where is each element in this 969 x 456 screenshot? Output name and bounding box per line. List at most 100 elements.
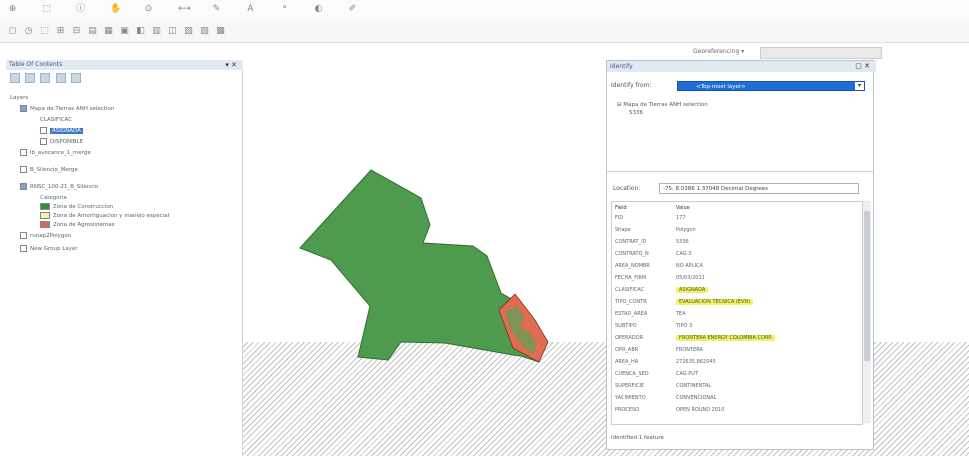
checkbox[interactable] [20, 105, 27, 112]
location-value: -75, 8.0386 1.37048 Decimal Degrees [663, 186, 769, 192]
table-row[interactable]: CUENCA_SED CAG PUT [612, 370, 862, 379]
chevron-down-icon[interactable]: ▾ [855, 82, 864, 90]
legend-item: Zona de Amortiguacion y manejo especial [40, 212, 169, 221]
layer-item[interactable]: B_Silencio_Merge [20, 166, 78, 175]
layer-item[interactable]: lb_avocance_1_merge [20, 149, 91, 158]
table-of-contents: Table Of Contents ▾ ✕ Layers Mapa de Tier… [6, 60, 245, 456]
editor-icon[interactable]: ✐ [348, 5, 357, 14]
checkbox[interactable] [20, 245, 27, 252]
field-name: PROCESO [615, 407, 640, 413]
georeferencing-layer-select[interactable] [760, 47, 882, 59]
font-icon[interactable]: ᵃ [280, 5, 289, 14]
checkbox[interactable] [20, 232, 27, 239]
field-name: FID [615, 215, 624, 221]
close-icon[interactable]: ▢ ✕ [855, 61, 870, 72]
checkbox[interactable] [40, 127, 47, 134]
field-name: CONTRATO_N [615, 251, 649, 257]
list-by-drawing-order-icon[interactable] [10, 73, 20, 83]
select-icon[interactable]: ⬚ [42, 5, 51, 14]
table-row[interactable]: AREA_HA 272635,862045 [612, 358, 862, 367]
layer-item[interactable]: CLASIFICAC [40, 116, 72, 125]
tool-icon[interactable]: ▥ [152, 27, 161, 36]
tool-icon[interactable]: ⊟ [72, 27, 81, 36]
tree-child[interactable]: 5336 [617, 109, 708, 117]
legend-item: Zona de Agrosistemas [40, 221, 115, 230]
layer-label: lb_avocance_1_merge [30, 150, 91, 156]
list-by-visibility-icon[interactable] [40, 73, 51, 83]
table-row[interactable]: Shape Polygon [612, 226, 862, 235]
identify-title: Identify [610, 63, 633, 70]
checkbox[interactable] [20, 149, 27, 156]
splitter[interactable] [607, 171, 873, 172]
layer-item[interactable]: ASIGNADA [40, 127, 83, 136]
georeferencing-label[interactable]: Georeferencing ▾ [693, 48, 744, 55]
identify-window: Identify ▢ ✕ Identify from: <Top-most la… [606, 60, 876, 450]
checkbox[interactable] [40, 138, 47, 145]
close-icon[interactable]: ▾ ✕ [225, 60, 237, 70]
field-value: FRONTERA [676, 347, 703, 353]
checkbox[interactable] [20, 183, 27, 190]
tool-icon[interactable]: ▨ [200, 27, 209, 36]
table-row[interactable]: ESTAD_AREA TEA [612, 310, 862, 319]
location-label: Location: [613, 185, 641, 192]
tool-icon[interactable]: ▩ [216, 27, 225, 36]
field-value: TEA [676, 311, 686, 317]
tool-icon[interactable]: ◻ [8, 27, 17, 36]
zoom-icon[interactable]: ⊙ [144, 5, 153, 14]
add-data-icon[interactable]: ⊕ [8, 5, 17, 14]
table-row[interactable]: TIPO_CONTR EVALUACION TECNICA (EVN) [612, 298, 862, 307]
list-by-selection-icon[interactable] [55, 73, 66, 83]
table-row[interactable]: SUPERFICIE CONTINENTAL [612, 382, 862, 391]
tool-icon[interactable]: ⊞ [56, 27, 65, 36]
tool-icon[interactable]: ▧ [184, 27, 193, 36]
layer-item[interactable]: RNSC_100-21_B_Silencio [20, 183, 98, 192]
tree-root[interactable]: ⊟ Mapa de Tierras ANH selection [617, 101, 708, 109]
text-icon[interactable]: A [246, 5, 255, 14]
tool-icon[interactable]: ▦ [104, 27, 113, 36]
vertical-scrollbar[interactable] [862, 201, 871, 423]
color-icon[interactable]: ◐ [314, 5, 323, 14]
table-row[interactable]: YACIMIENTO CONVENCIONAL [612, 394, 862, 403]
table-row[interactable]: PROCESO OPEN ROUND 2010 [612, 406, 862, 415]
table-row[interactable]: OPR_ABR FRONTERA [612, 346, 862, 355]
measure-icon[interactable]: ⟷ [178, 5, 191, 14]
field-name: AREA_HA [615, 359, 639, 365]
tool-icon[interactable]: ⬚ [40, 27, 49, 36]
layer-item[interactable]: DISPONIBLE [40, 138, 83, 147]
field-value: CONTINENTAL [676, 383, 712, 389]
layers-root[interactable]: Layers [10, 94, 28, 103]
table-row[interactable]: CLASIFICAC ASIGNADA [612, 286, 862, 295]
table-row[interactable]: OPERADOR FRONTERA ENERGY COLOMBIA CORP. [612, 334, 862, 343]
table-row[interactable]: CONTRAT_ID 5336 [612, 238, 862, 247]
field-header: Field [615, 205, 627, 211]
table-row[interactable]: AREA_NOMBR NO APLICA [612, 262, 862, 271]
tool-icon[interactable]: ▣ [120, 27, 129, 36]
table-row[interactable]: FID 177 [612, 214, 862, 223]
layer-item[interactable]: New Group Layer [20, 245, 78, 254]
table-header: Field Value [612, 204, 862, 213]
field-value: FRONTERA ENERGY COLOMBIA CORP. [676, 334, 776, 343]
pan-icon[interactable]: ✋ [110, 5, 121, 14]
toc-title-bar: Table Of Contents ▾ ✕ [6, 60, 245, 70]
tool-icon[interactable]: ◧ [136, 27, 145, 36]
tool-icon[interactable]: ▤ [88, 27, 97, 36]
identify-from-select[interactable]: <Top-most layer> ▾ [677, 81, 865, 91]
drawing-icon[interactable]: ✎ [212, 5, 221, 14]
scrollbar-thumb[interactable] [864, 211, 870, 361]
field-value: NO APLICA [676, 263, 703, 269]
table-row[interactable]: CONTRATO_N CAG 3 [612, 250, 862, 259]
checkbox[interactable] [20, 166, 27, 173]
layer-item[interactable]: runap2Polygon [20, 232, 71, 241]
field-name: SUPERFICIE [615, 383, 644, 389]
layer-item[interactable]: Mapa de Tierras ANH selection [20, 105, 114, 114]
layer-item[interactable]: Categoria [40, 194, 67, 203]
field-name: CONTRAT_ID [615, 239, 647, 245]
identify-icon[interactable]: ⓘ [76, 5, 85, 14]
location-field[interactable]: -75, 8.0386 1.37048 Decimal Degrees [659, 183, 859, 194]
table-row[interactable]: FECHA_FIRM 05/03/2011 [612, 274, 862, 283]
table-row[interactable]: SUBTIPO TIPO 3 [612, 322, 862, 331]
options-icon[interactable] [70, 73, 81, 83]
tool-icon[interactable]: ◫ [168, 27, 177, 36]
list-by-source-icon[interactable] [25, 73, 36, 83]
tool-icon[interactable]: ◷ [24, 27, 33, 36]
